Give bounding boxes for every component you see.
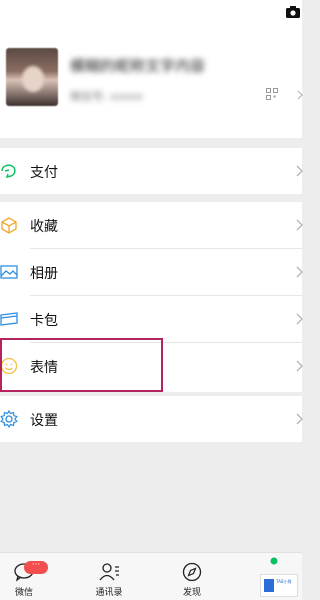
menu-label-album: 相册 bbox=[30, 266, 58, 282]
me-icon bbox=[270, 557, 278, 565]
card-icon bbox=[0, 312, 18, 326]
chevron-right-icon bbox=[296, 219, 303, 231]
menu-label-favorites: 收藏 bbox=[30, 219, 58, 235]
chevron-right-icon bbox=[296, 313, 303, 325]
chevron-right-icon bbox=[296, 266, 303, 278]
tab-label-chats: 微信 bbox=[14, 588, 33, 598]
menu-label-settings: 设置 bbox=[30, 413, 58, 429]
contacts-icon bbox=[99, 563, 119, 581]
profile-header[interactable]: 模糊的昵称文字内容 微信号: xxxxx bbox=[0, 0, 303, 138]
menu-label-pay: 支付 bbox=[30, 165, 58, 181]
profile-name: 模糊的昵称文字内容 bbox=[70, 57, 206, 75]
tab-label-discover: 发现 bbox=[182, 588, 201, 598]
menu-item-cards[interactable]: 卡包 bbox=[0, 296, 303, 342]
avatar[interactable] bbox=[6, 48, 58, 106]
wechat-id: 微信号: xxxxx bbox=[70, 90, 143, 103]
menu-group-settings: 设置 bbox=[0, 396, 303, 442]
chevron-right-icon bbox=[296, 413, 303, 425]
cube-icon bbox=[1, 217, 17, 234]
gear-icon bbox=[0, 410, 18, 428]
menu-item-album[interactable]: 相册 bbox=[0, 249, 303, 295]
photo-icon bbox=[0, 265, 18, 279]
menu-item-pay[interactable]: 支付 bbox=[0, 148, 303, 194]
tab-label-contacts: 通讯录 bbox=[95, 588, 123, 598]
tab-discover[interactable]: 发现 bbox=[162, 553, 222, 600]
camera-icon[interactable] bbox=[286, 6, 300, 18]
menu-label-cards: 卡包 bbox=[30, 313, 58, 329]
chevron-right-icon bbox=[296, 360, 303, 372]
compass-icon bbox=[182, 562, 202, 582]
tab-chats[interactable]: ··· 微信 bbox=[0, 553, 54, 600]
chevron-right-icon bbox=[297, 90, 303, 100]
menu-item-favorites[interactable]: 收藏 bbox=[0, 202, 303, 248]
menu-group-pay: 支付 bbox=[0, 148, 303, 194]
qr-code-icon[interactable] bbox=[266, 88, 278, 100]
bottom-tab-bar: ··· 微信 通讯录 发现 我 bbox=[0, 552, 302, 600]
highlight-box bbox=[0, 338, 163, 392]
chevron-right-icon bbox=[296, 165, 303, 177]
tab-contacts[interactable]: 通讯录 bbox=[79, 553, 139, 600]
watermark-logo: TAB小财 bbox=[260, 574, 298, 597]
watermark-text: TAB小财 bbox=[276, 579, 292, 584]
menu-item-settings[interactable]: 设置 bbox=[0, 396, 303, 442]
unread-badge: ··· bbox=[24, 561, 48, 574]
wallet-icon bbox=[1, 164, 16, 179]
